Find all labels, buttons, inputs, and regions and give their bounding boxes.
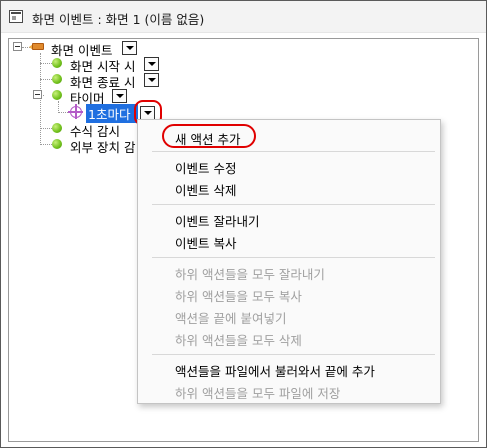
menu-item-copy-all-sub-actions: 하위 액션들을 모두 복사: [175, 289, 302, 304]
menu-separator: [152, 257, 435, 258]
screen-end-dropdown-button[interactable]: [144, 73, 159, 87]
menu-item-copy-event[interactable]: 이벤트 복사: [175, 233, 236, 252]
tree-connector: [40, 53, 41, 145]
context-menu: 새 액션 추가 이벤트 수정 이벤트 삭제 이벤트 잘라내기 이벤트 복사 하위…: [137, 119, 441, 404]
green-dot-icon: [52, 123, 62, 133]
megaphone-icon: [29, 42, 45, 52]
tree-connector: [40, 63, 52, 64]
menu-separator: [152, 151, 435, 152]
window-icon: [9, 10, 23, 23]
menu-item-paste-action-at-end: 액션을 끝에 붙여넣기: [175, 311, 287, 326]
menu-highlight-ring: [162, 124, 256, 148]
tree-item-external-device[interactable]: 외부 장치 감: [70, 137, 136, 156]
root-collapse-toggle[interactable]: [13, 42, 22, 51]
menu-item-cut-all-sub-actions: 하위 액션들을 모두 잘라내기: [175, 267, 325, 282]
menu-item-edit-event[interactable]: 이벤트 수정: [175, 158, 236, 177]
target-icon: [68, 104, 83, 119]
green-dot-icon: [52, 74, 62, 84]
menu-item-save-all-sub-actions-to-file: 하위 액션들을 모두 파일에 저장: [175, 386, 341, 401]
menu-item-delete-all-sub-actions: 하위 액션들을 모두 삭제: [175, 333, 302, 348]
timer-collapse-toggle[interactable]: [33, 90, 42, 99]
green-dot-icon: [52, 139, 62, 149]
timer-dropdown-button[interactable]: [112, 89, 127, 103]
root-dropdown-button[interactable]: [122, 41, 137, 55]
menu-separator: [152, 354, 435, 355]
menu-item-cut-event[interactable]: 이벤트 잘라내기: [175, 211, 259, 230]
window-title: 화면 이벤트 : 화면 1 (이름 없음): [32, 12, 205, 27]
tree-connector: [40, 144, 52, 145]
menu-separator: [152, 204, 435, 205]
screen-start-dropdown-button[interactable]: [144, 57, 159, 71]
tree-connector: [40, 128, 52, 129]
menu-item-load-actions-from-file[interactable]: 액션들을 파일에서 불러와서 끝에 추가: [175, 361, 375, 380]
menu-item-delete-event[interactable]: 이벤트 삭제: [175, 180, 236, 199]
green-dot-icon: [52, 58, 62, 68]
tree-connector: [40, 79, 52, 80]
title-bar: 화면 이벤트 : 화면 1 (이름 없음): [1, 1, 486, 33]
green-dot-icon: [52, 90, 62, 100]
